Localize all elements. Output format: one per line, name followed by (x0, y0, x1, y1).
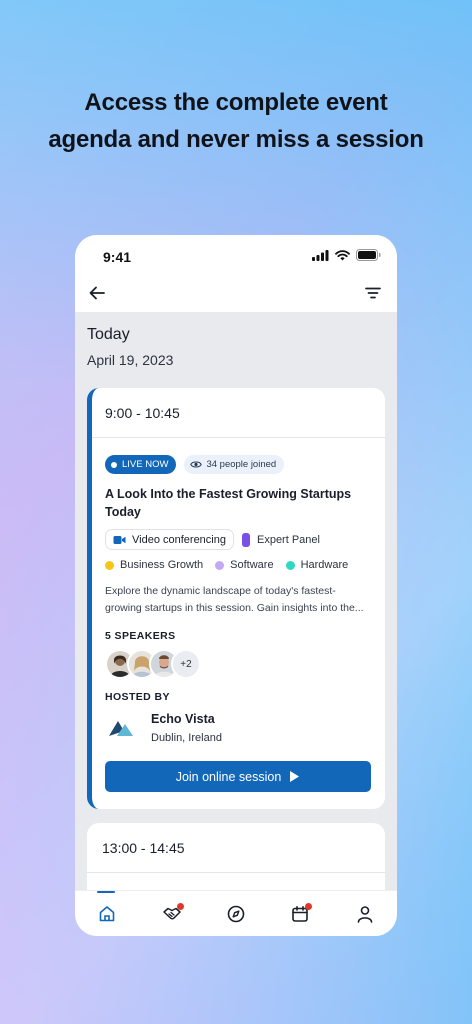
speaker-avatars[interactable]: +2 (105, 649, 371, 679)
eye-icon (190, 461, 203, 468)
session-time: 9:00 - 10:45 (92, 388, 385, 438)
play-icon (290, 771, 300, 782)
battery-icon (356, 248, 381, 266)
topic-dot-icon (285, 560, 295, 570)
wifi-icon (335, 248, 350, 266)
topic-item: Business Growth (105, 559, 203, 571)
topic-item: Hardware (285, 559, 349, 571)
echo-vista-logo-icon (105, 711, 139, 745)
promo-headline: Access the complete event agenda and nev… (0, 84, 472, 158)
session-title[interactable]: A Look Into the Fastest Growing Startups… (105, 485, 371, 521)
session-time: 13:00 - 14:45 (87, 823, 385, 873)
home-icon (99, 905, 115, 921)
date-subtitle: April 19, 2023 (87, 352, 174, 368)
live-label: LIVE NOW (122, 459, 169, 470)
topic-label: Hardware (300, 559, 349, 571)
promo-line-2: agenda and never miss a session (48, 126, 424, 153)
join-session-button[interactable]: Join online session (105, 761, 371, 792)
notification-badge (176, 902, 184, 910)
agenda-content: Today April 19, 2023 9:00 - 10:45 LIVE N… (75, 326, 397, 903)
topic-dot-icon (215, 560, 225, 570)
live-dot-icon (111, 461, 117, 468)
host-name: Echo Vista (151, 712, 215, 726)
topic-item: Software (215, 559, 274, 571)
active-tab-indicator (97, 890, 116, 893)
hosted-by-label: HOSTED BY (105, 691, 170, 703)
status-time: 9:41 (103, 249, 132, 265)
session-type: Expert Panel (241, 532, 320, 547)
bottom-tab-bar (75, 890, 397, 936)
topic-label: Business Growth (120, 559, 204, 571)
video-camera-icon (113, 535, 126, 544)
back-button[interactable] (87, 283, 107, 303)
tab-agenda[interactable] (288, 902, 313, 926)
speakers-more[interactable]: +2 (171, 649, 201, 679)
compass-icon (227, 905, 245, 922)
host-location: Dublin, Ireland (151, 732, 222, 744)
phone-screen: 9:41 Today April 19, 2023 9:00 - 10:45 L… (75, 235, 397, 936)
date-title: Today (87, 326, 130, 343)
format-label: Video conferencing (132, 533, 226, 546)
tab-networking[interactable] (160, 902, 184, 926)
host-info[interactable]: Echo Vista Dublin, Ireland (105, 711, 371, 745)
promo-line-1: Access the complete event (84, 89, 388, 116)
topic-dot-icon (105, 560, 114, 570)
session-description: Explore the dynamic landscape of today's… (105, 585, 364, 614)
filter-icon (365, 287, 381, 298)
tab-home[interactable] (95, 890, 119, 926)
topic-list: Business Growth Software Hardware (105, 559, 371, 571)
topic-label: Software (230, 559, 274, 571)
nav-bar (75, 279, 397, 312)
filter-button[interactable] (363, 283, 383, 303)
tab-profile[interactable] (353, 902, 377, 926)
profile-icon (357, 905, 373, 923)
session-card[interactable]: 9:00 - 10:45 LIVE NOW 34 people joined A… (87, 388, 385, 809)
notification-badge (305, 902, 313, 910)
type-marker-icon (241, 532, 250, 547)
tab-explore[interactable] (224, 902, 248, 926)
join-label: Join online session (175, 769, 282, 784)
signal-icon (312, 248, 329, 266)
joined-label: 34 people joined (206, 459, 277, 470)
status-icons (312, 248, 381, 266)
live-badge: LIVE NOW (105, 455, 177, 474)
arrow-left-icon (89, 286, 105, 299)
joined-badge: 34 people joined (184, 455, 285, 474)
format-tag: Video conferencing (105, 529, 234, 550)
status-bar: 9:41 (75, 235, 397, 279)
session-type-label: Expert Panel (256, 533, 320, 546)
speakers-label: 5 SPEAKERS (105, 630, 176, 642)
